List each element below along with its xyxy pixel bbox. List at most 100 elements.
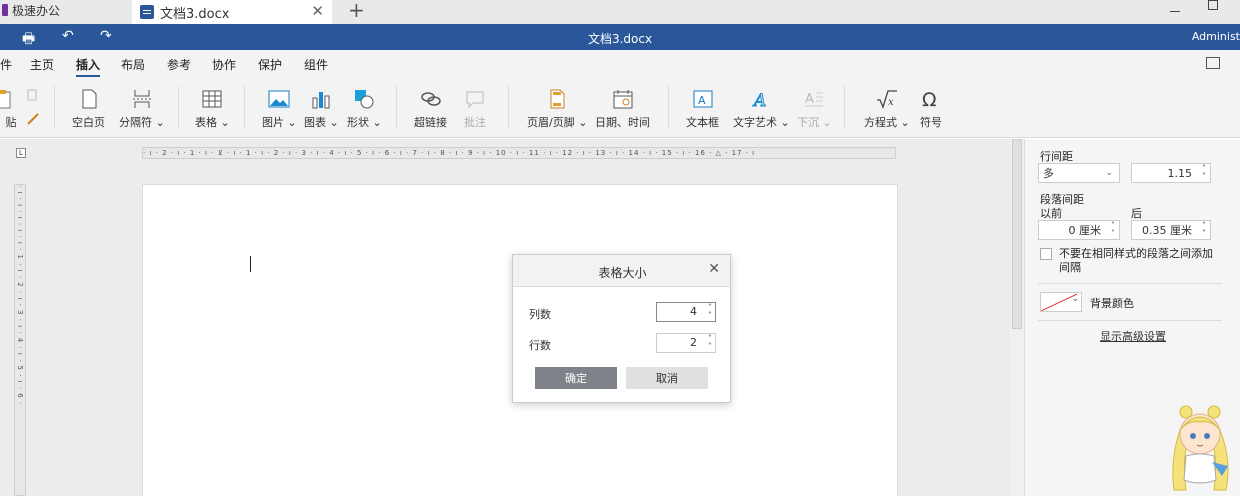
equation-button[interactable]: x 方程式 ⌄ — [864, 88, 910, 130]
page-break-button[interactable]: 分隔符 ⌄ — [119, 88, 165, 130]
table-icon — [202, 90, 222, 108]
shape-button[interactable]: 形状 ⌄ — [347, 88, 382, 130]
format-painter-icon[interactable] — [26, 112, 40, 126]
menu-file[interactable]: 件 — [0, 56, 12, 73]
maximize-icon[interactable] — [1208, 0, 1218, 10]
comment-icon — [466, 91, 484, 109]
ribbon-toolbar: 贴 空白页 分隔符 ⌄ 表格 ⌄ 图片 ⌄ 图表 ⌄ 形状 ⌄ 超链接 批注 页… — [0, 78, 1240, 138]
before-label: 以前 — [1040, 207, 1062, 220]
svg-text:A: A — [698, 94, 706, 107]
spinner-icon[interactable]: ˄ ˅ — [1202, 222, 1206, 238]
spinner-icon[interactable]: ˄ ˅ — [708, 335, 712, 351]
title-bar: 🖶 ↶ ↷ 文档3.docx Administ — [0, 24, 1240, 50]
advanced-settings-link[interactable]: 显示高级设置 — [1100, 328, 1166, 344]
spacing-after-input[interactable]: 0.35 厘米 ˄ ˅ — [1131, 220, 1211, 240]
svg-text:A: A — [805, 92, 814, 107]
menu-collaborate[interactable]: 协作 — [212, 56, 236, 73]
menu-layout[interactable]: 布局 — [121, 56, 145, 73]
menu-plugins[interactable]: 组件 — [304, 56, 328, 73]
background-color-label: 背景颜色 — [1090, 297, 1134, 310]
app-logo-icon — [2, 4, 8, 16]
separator — [668, 86, 669, 128]
spinner-icon[interactable]: ˄ ˅ — [1202, 165, 1206, 181]
calendar-icon — [613, 90, 632, 109]
separator — [178, 86, 179, 128]
header-footer-button[interactable]: 页眉/页脚 ⌄ — [527, 88, 587, 130]
blank-page-icon — [82, 89, 96, 109]
tab-document[interactable]: 文档3.docx ✕ — [132, 0, 332, 24]
blank-page-button[interactable]: 空白页 — [72, 88, 105, 130]
header-footer-label: 页眉/页脚 — [527, 116, 575, 129]
header-footer-icon — [550, 89, 565, 109]
textbox-label: 文本框 — [686, 116, 719, 129]
background-color-picker[interactable] — [1040, 292, 1082, 312]
spinner-icon[interactable]: ˄ ˅ — [1111, 222, 1115, 238]
symbol-label: 符号 — [920, 116, 942, 129]
image-button[interactable]: 图片 ⌄ — [262, 88, 297, 130]
new-tab-icon[interactable]: + — [348, 0, 365, 22]
paste-label: 贴 — [5, 116, 17, 129]
spacing-before-input[interactable]: 0 厘米 ˄ ˅ — [1038, 220, 1120, 240]
close-tab-icon[interactable]: ✕ — [311, 2, 324, 20]
columns-input[interactable]: 4 ˄ ˅ — [656, 302, 716, 322]
table-button[interactable]: 表格 ⌄ — [195, 88, 230, 130]
datetime-button[interactable]: 日期、时间 — [595, 88, 650, 130]
copy-icon[interactable] — [26, 88, 40, 102]
line-spacing-value: 1.15 — [1167, 166, 1193, 180]
chart-button[interactable]: 图表 ⌄ — [304, 88, 339, 130]
comment-button[interactable]: 批注 — [464, 88, 486, 130]
menu-insert[interactable]: 插入 — [76, 56, 101, 77]
document-icon — [140, 5, 154, 19]
scrollbar-thumb[interactable] — [1012, 139, 1022, 329]
close-icon[interactable]: ✕ — [708, 261, 720, 277]
hyperlink-button[interactable]: 超链接 — [414, 88, 447, 130]
separator — [244, 86, 245, 128]
image-label: 图片 — [262, 116, 284, 129]
spacing-after-value: 0.35 厘米 — [1142, 224, 1192, 237]
horizontal-ruler[interactable]: · ı · 2 · ı · 1 · ı · ⊻ · ı · 1 · ı · 2 … — [142, 147, 896, 159]
minimize-icon[interactable] — [1170, 2, 1180, 12]
comment-label: 批注 — [464, 116, 486, 129]
tab-strip: 极速办公 文档3.docx ✕ + — [0, 0, 1240, 24]
table-size-dialog: 表格大小 ✕ 列数 4 ˄ ˅ 行数 2 ˄ ˅ 确定 取消 — [512, 254, 731, 403]
vertical-ruler[interactable]: · ı · ı · ı · ı · ı · 1 · ı · 2 · ı · 3 … — [14, 184, 26, 496]
line-spacing-mode-select[interactable]: 多 ⌄ — [1038, 163, 1120, 183]
rows-input[interactable]: 2 ˄ ˅ — [656, 333, 716, 353]
separator — [396, 86, 397, 128]
window-title: 文档3.docx — [587, 32, 653, 46]
separator — [844, 86, 845, 128]
rows-value: 2 — [690, 336, 697, 349]
spinner-icon[interactable]: ˄ ˅ — [708, 304, 712, 320]
tab-label: 极速办公 — [12, 3, 61, 18]
hyperlink-label: 超链接 — [414, 116, 447, 129]
shape-icon — [355, 90, 374, 109]
image-icon — [268, 90, 290, 108]
text-cursor — [250, 256, 251, 272]
ok-button[interactable]: 确定 — [535, 367, 617, 389]
user-name[interactable]: Administ — [1192, 30, 1240, 43]
equation-label: 方程式 — [864, 116, 897, 129]
wordart-button[interactable]: A 文字艺术 ⌄ — [733, 88, 790, 130]
vertical-scrollbar[interactable] — [1010, 139, 1024, 496]
menu-protect[interactable]: 保护 — [258, 56, 282, 73]
cancel-button[interactable]: 取消 — [626, 367, 708, 389]
symbol-button[interactable]: Ω 符号 — [920, 88, 942, 130]
textbox-button[interactable]: A 文本框 — [686, 88, 719, 130]
tab-home-app[interactable]: 极速办公 — [0, 0, 128, 20]
page-break-label: 分隔符 — [119, 116, 152, 129]
no-add-spacing-checkbox[interactable] — [1040, 248, 1052, 260]
expand-icon[interactable] — [1206, 57, 1220, 69]
dropcap-button[interactable]: A 下沉 ⌄ — [797, 88, 832, 130]
dropcap-label: 下沉 — [797, 116, 819, 129]
menu-bar: 件 主页 插入 布局 参考 协作 保护 组件 — [0, 50, 1240, 78]
menu-home[interactable]: 主页 — [30, 56, 54, 73]
blank-page-label: 空白页 — [72, 116, 105, 129]
omega-icon: Ω — [922, 89, 937, 110]
paste-button[interactable]: 贴 — [0, 88, 22, 130]
tab-stop-selector-icon[interactable]: L — [16, 148, 26, 158]
divider — [1038, 320, 1222, 321]
mascot-image — [1172, 405, 1229, 491]
menu-references[interactable]: 参考 — [167, 56, 191, 73]
page-break-icon — [132, 90, 151, 108]
line-spacing-value-input[interactable]: 1.15 ˄ ˅ — [1131, 163, 1211, 183]
